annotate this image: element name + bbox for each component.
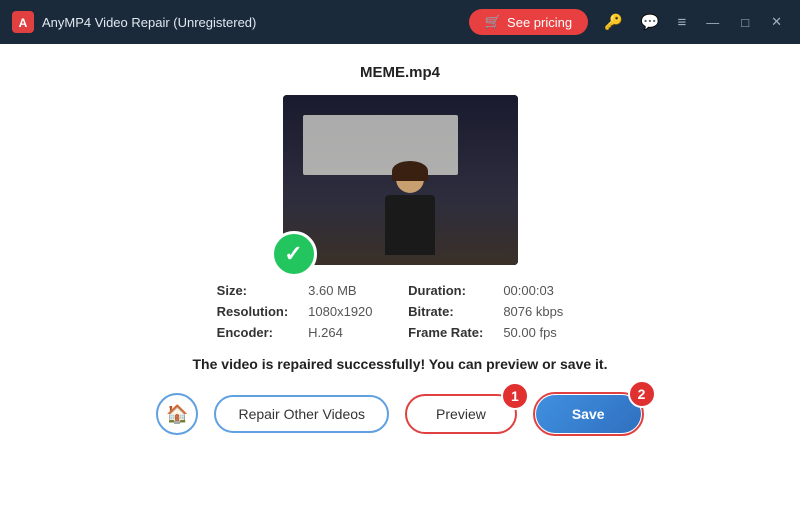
badge-1: 1 (501, 382, 529, 410)
video-thumbnail-container: ✓ (283, 95, 518, 265)
preview-button[interactable]: Preview (408, 397, 514, 431)
bitrate-label: Bitrate: (408, 304, 483, 319)
badge-2: 2 (628, 380, 656, 408)
bitrate-value: 8076 kbps (503, 304, 583, 319)
duration-label: Duration: (408, 283, 483, 298)
repair-other-label: Repair Other Videos (238, 406, 365, 422)
video-info-grid: Size: 3.60 MB Duration: 00:00:03 Resolut… (217, 283, 584, 340)
duration-value: 00:00:03 (503, 283, 583, 298)
save-label: Save (572, 406, 605, 422)
save-button-wrapper: Save 2 (533, 392, 644, 436)
svg-text:A: A (19, 16, 28, 30)
home-icon: 🏠 (166, 404, 188, 425)
app-title: AnyMP4 Video Repair (Unregistered) (42, 15, 469, 30)
framerate-value: 50.00 fps (503, 325, 583, 340)
repair-other-button[interactable]: Repair Other Videos (214, 395, 389, 433)
save-button[interactable]: Save (536, 395, 641, 433)
framerate-label: Frame Rate: (408, 325, 483, 340)
main-content: MEME.mp4 ✓ Size: 3.60 MB Duration: (0, 44, 800, 527)
maximize-button[interactable]: □ (735, 13, 755, 32)
cart-icon: 🛒 (485, 14, 501, 30)
see-pricing-button[interactable]: 🛒 See pricing (469, 9, 588, 35)
menu-icon-button[interactable]: ≡ (673, 12, 690, 33)
action-row: 🏠 Repair Other Videos Preview 1 Save 2 (156, 392, 643, 436)
chat-icon-button[interactable]: 💬 (637, 11, 664, 33)
close-button[interactable]: ✕ (765, 12, 788, 32)
resolution-value: 1080x1920 (308, 304, 388, 319)
minimize-button[interactable]: — (700, 13, 725, 32)
encoder-value: H.264 (308, 325, 388, 340)
video-scene (283, 95, 518, 265)
person-figure (385, 165, 435, 255)
titlebar: A AnyMP4 Video Repair (Unregistered) 🛒 S… (0, 0, 800, 44)
size-value: 3.60 MB (308, 283, 388, 298)
pricing-label: See pricing (507, 15, 572, 30)
key-icon-button[interactable]: 🔑 (600, 11, 627, 33)
repair-success-checkmark: ✓ (271, 231, 317, 277)
video-thumbnail (283, 95, 518, 265)
titlebar-actions: 🔑 💬 ≡ — □ ✕ (600, 11, 788, 33)
resolution-label: Resolution: (217, 304, 289, 319)
success-message: The video is repaired successfully! You … (193, 356, 608, 372)
preview-button-wrapper: Preview 1 (405, 394, 517, 434)
home-button[interactable]: 🏠 (156, 393, 198, 435)
preview-label: Preview (436, 406, 486, 422)
video-filename: MEME.mp4 (360, 64, 440, 81)
app-logo-icon: A (12, 11, 34, 33)
size-label: Size: (217, 283, 289, 298)
encoder-label: Encoder: (217, 325, 289, 340)
